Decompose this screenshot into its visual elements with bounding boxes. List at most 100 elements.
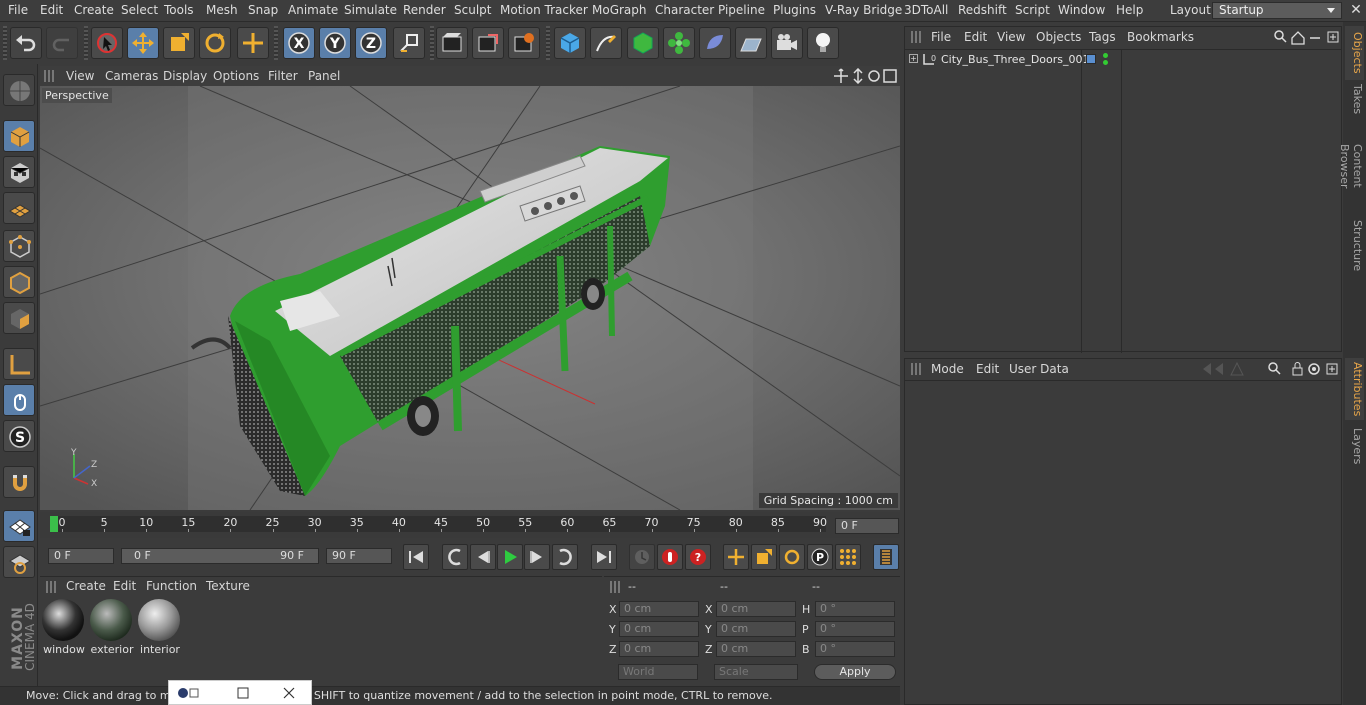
tab-content-browser[interactable]: Content Browser <box>1338 120 1364 212</box>
play-button[interactable] <box>497 544 523 570</box>
viewport-menu-filter[interactable]: Filter <box>268 69 298 83</box>
menu-mesh[interactable]: Mesh <box>206 3 238 17</box>
prev-frame-button[interactable] <box>470 544 496 570</box>
motion-record-button[interactable] <box>629 544 655 570</box>
viewport-nav-icons[interactable] <box>834 68 898 84</box>
rotation-h-field[interactable]: 0 ° <box>815 601 895 617</box>
key-position-button[interactable] <box>723 544 749 570</box>
editor-visibility-icon[interactable] <box>1103 53 1108 58</box>
next-key-button[interactable] <box>552 544 578 570</box>
objects-menu-bookmarks[interactable]: Bookmarks <box>1127 30 1194 44</box>
position-x-field[interactable]: 0 cm <box>619 601 699 617</box>
menu-edit[interactable]: Edit <box>40 3 63 17</box>
menu-window[interactable]: Window <box>1058 3 1105 17</box>
material-menu-function[interactable]: Function <box>146 579 197 593</box>
next-frame-button[interactable] <box>524 544 550 570</box>
x-axis-button[interactable]: X <box>283 27 315 59</box>
floor-button[interactable] <box>735 27 767 59</box>
object-row[interactable]: + 0 City_Bus_Three_Doors_001 <box>905 51 1341 69</box>
edges-mode-button[interactable] <box>3 266 35 298</box>
menu-character[interactable]: Character <box>655 3 714 17</box>
prev-key-button[interactable] <box>442 544 468 570</box>
viewport-menu-display[interactable]: Display <box>163 69 207 83</box>
viewport-menu-options[interactable]: Options <box>213 69 259 83</box>
material-window[interactable]: window <box>42 599 86 657</box>
menu-create[interactable]: Create <box>74 3 114 17</box>
apply-button[interactable]: Apply <box>814 664 896 680</box>
attributes-menu-mode[interactable]: Mode <box>931 362 964 376</box>
menu-file[interactable]: File <box>8 3 28 17</box>
menu-redshift[interactable]: Redshift <box>958 3 1007 17</box>
y-axis-button[interactable]: Y <box>319 27 351 59</box>
spline-pen-button[interactable] <box>590 27 622 59</box>
menu-mograph[interactable]: MoGraph <box>592 3 647 17</box>
material-exterior[interactable]: exterior <box>90 599 134 657</box>
size-z-field[interactable]: 0 cm <box>716 641 796 657</box>
menu-3dtoall[interactable]: 3DToAll <box>904 3 948 17</box>
objects-menu-view[interactable]: View <box>997 30 1025 44</box>
end-frame-field[interactable]: 90 F <box>326 548 392 564</box>
perspective-viewport[interactable]: Perspective Y X Z Grid Spacing : 1000 cm <box>40 86 900 510</box>
z-axis-button[interactable]: Z <box>355 27 387 59</box>
material-menu-create[interactable]: Create <box>66 579 106 593</box>
objects-menu-tags[interactable]: Tags <box>1089 30 1116 44</box>
rotation-b-field[interactable]: 0 ° <box>815 641 895 657</box>
make-editable-button[interactable] <box>3 74 35 106</box>
go-to-end-button[interactable] <box>591 544 617 570</box>
objects-menu-file[interactable]: File <box>931 30 951 44</box>
attributes-toolbar-icons[interactable] <box>1201 361 1341 377</box>
light-button[interactable] <box>807 27 839 59</box>
tab-structure[interactable]: Structure <box>1345 216 1364 272</box>
objects-menu-objects[interactable]: Objects <box>1036 30 1081 44</box>
render-settings-button[interactable] <box>508 27 540 59</box>
minimized-window[interactable] <box>168 680 312 705</box>
axis-mode-button[interactable] <box>3 348 35 380</box>
solo-mode-button[interactable]: S <box>3 420 35 452</box>
position-y-field[interactable]: 0 cm <box>619 621 699 637</box>
autokey-button[interactable]: ? <box>685 544 711 570</box>
objects-menu-edit[interactable]: Edit <box>964 30 987 44</box>
current-frame-field[interactable]: 0 F <box>835 518 899 534</box>
maximize-icon[interactable] <box>237 687 249 699</box>
go-to-start-button[interactable] <box>403 544 429 570</box>
camera-button[interactable] <box>771 27 803 59</box>
render-visibility-icon[interactable] <box>1103 60 1108 65</box>
menu-simulate[interactable]: Simulate <box>344 3 397 17</box>
polygons-mode-button[interactable] <box>3 302 35 334</box>
window-close-icon[interactable]: ✕ <box>1348 2 1364 18</box>
expand-toggle-icon[interactable]: + <box>909 54 918 63</box>
menu-select[interactable]: Select <box>121 3 158 17</box>
size-mode-select[interactable]: Scale <box>714 664 798 680</box>
menu-script[interactable]: Script <box>1015 3 1050 17</box>
tweak-mode-button[interactable] <box>3 384 35 416</box>
move-tool-button[interactable] <box>127 27 159 59</box>
locked-workplane-button[interactable] <box>3 546 35 578</box>
scale-tool-button[interactable] <box>163 27 195 59</box>
cloner-button[interactable] <box>663 27 695 59</box>
viewport-menu-cameras[interactable]: Cameras <box>105 69 158 83</box>
material-interior[interactable]: interior <box>138 599 182 657</box>
deformer-button[interactable] <box>699 27 731 59</box>
key-rotation-button[interactable] <box>779 544 805 570</box>
tab-attributes[interactable]: Attributes <box>1345 358 1364 420</box>
timeline-ruler[interactable]: 0 5 10 15 20 25 30 35 40 45 50 55 60 65 70 75 80 85 90 0 F <box>40 512 900 538</box>
material-menu-edit[interactable]: Edit <box>113 579 136 593</box>
menu-sculpt[interactable]: Sculpt <box>454 3 491 17</box>
close-icon[interactable] <box>283 687 295 699</box>
position-z-field[interactable]: 0 cm <box>619 641 699 657</box>
menu-motion-tracker[interactable]: Motion Tracker <box>500 3 588 17</box>
menu-render[interactable]: Render <box>403 3 446 17</box>
attributes-menu-user-data[interactable]: User Data <box>1009 362 1069 376</box>
key-pla-button[interactable] <box>835 544 861 570</box>
menu-vray-bridge[interactable]: V-Ray Bridge <box>825 3 902 17</box>
menu-pipeline[interactable]: Pipeline <box>718 3 765 17</box>
snap-magnet-button[interactable] <box>3 466 35 498</box>
live-select-button[interactable] <box>91 27 123 59</box>
menu-plugins[interactable]: Plugins <box>773 3 816 17</box>
texture-mode-button[interactable] <box>3 156 35 188</box>
rotation-p-field[interactable]: 0 ° <box>815 621 895 637</box>
menu-snap[interactable]: Snap <box>248 3 278 17</box>
tab-objects[interactable]: Objects <box>1345 26 1364 80</box>
points-mode-button[interactable] <box>3 230 35 262</box>
tab-takes[interactable]: Takes <box>1345 80 1364 118</box>
